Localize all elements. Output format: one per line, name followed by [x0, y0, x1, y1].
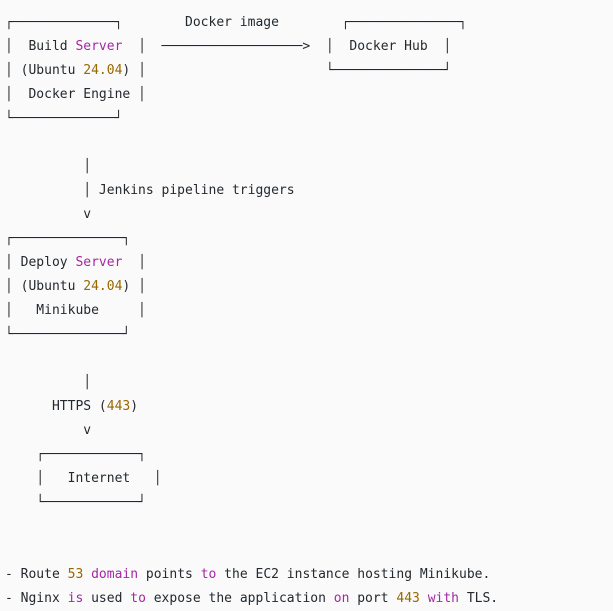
- code-line: ┌─────────────┐ Docker image ┌──────────…: [5, 11, 498, 35]
- code-line: │: [5, 371, 498, 395]
- code-line: └────────────┘: [5, 491, 498, 515]
- code-line: - Route 53 domain points to the EC2 inst…: [5, 563, 498, 587]
- text-token: │ (Ubuntu: [5, 279, 84, 294]
- code-line: v: [5, 203, 498, 227]
- code-line: └─────────────┘: [5, 107, 498, 131]
- keyword-token: Server: [75, 255, 123, 270]
- text-token: v: [5, 207, 92, 222]
- keyword-token: on: [333, 591, 350, 606]
- text-token: └─────────────┘: [5, 111, 123, 126]
- text-token: ┌────────────┐: [5, 447, 146, 462]
- text-token: │ Internet │: [5, 471, 162, 486]
- text-token: └──────────────┘: [5, 327, 131, 342]
- number-token: 53: [67, 567, 84, 582]
- keyword-token: Server: [75, 39, 123, 54]
- text-token: │ Docker Engine │: [5, 87, 146, 102]
- text-token: ): [130, 399, 139, 414]
- text-token: │: [5, 375, 92, 390]
- text-token: HTTPS (: [5, 399, 107, 414]
- text-token: ┌─────────────┐ Docker image ┌──────────…: [5, 15, 467, 30]
- text-token: port: [349, 591, 397, 606]
- code-line: │ Internet │: [5, 467, 498, 491]
- text-token: │ ──────────────────> │ Docker Hub │: [122, 39, 452, 54]
- text-token: │ Jenkins pipeline triggers: [5, 183, 295, 198]
- code-line: │ Docker Engine │: [5, 83, 498, 107]
- code-text[interactable]: ┌─────────────┐ Docker image ┌──────────…: [5, 11, 498, 611]
- keyword-token: with: [427, 591, 459, 606]
- code-line: v: [5, 419, 498, 443]
- code-line: - Nginx is used to expose the applicatio…: [5, 587, 498, 611]
- text-token: - Route: [5, 567, 68, 582]
- code-line: │ Deploy Server │: [5, 251, 498, 275]
- text-token: ┌──────────────┐: [5, 231, 131, 246]
- text-token: │: [5, 159, 92, 174]
- number-token: 443: [106, 399, 131, 414]
- text-token: └────────────┘: [5, 495, 146, 510]
- keyword-token: to: [130, 591, 146, 606]
- text-token: ) │: [122, 279, 146, 294]
- text-token: used: [83, 591, 131, 606]
- code-line: │ Minikube │: [5, 299, 498, 323]
- number-token: 24.04: [83, 279, 123, 294]
- code-line: │ (Ubuntu 24.04) │: [5, 275, 498, 299]
- code-block: ┌─────────────┐ Docker image ┌──────────…: [0, 0, 613, 606]
- text-token: │ Minikube │: [5, 303, 146, 318]
- text-token: the EC2 instance hosting Minikube.: [216, 567, 491, 582]
- number-token: 24.04: [83, 63, 123, 78]
- text-token: │ (Ubuntu: [5, 63, 84, 78]
- text-token: ) │ └──────────────┘: [122, 63, 452, 78]
- code-line: ┌──────────────┐: [5, 227, 498, 251]
- text-token: points: [138, 567, 201, 582]
- text-token: │: [122, 255, 146, 270]
- keyword-token: to: [200, 567, 217, 582]
- text-token: │ Deploy: [5, 255, 76, 270]
- code-line: │ (Ubuntu 24.04) │ └──────────────┘: [5, 59, 498, 83]
- code-line: │ Jenkins pipeline triggers: [5, 179, 498, 203]
- code-line: └──────────────┘: [5, 323, 498, 347]
- keyword-token: is: [67, 591, 84, 606]
- number-token: 443: [396, 591, 420, 606]
- code-line: HTTPS (443): [5, 395, 498, 419]
- code-line: │: [5, 155, 498, 179]
- text-token: - Nginx: [5, 591, 68, 606]
- text-token: │ Build: [5, 39, 76, 54]
- text-token: expose the application: [145, 591, 334, 606]
- code-line: │ Build Server │ ──────────────────> │ D…: [5, 35, 498, 59]
- text-token: v: [5, 423, 92, 438]
- text-token: TLS.: [459, 591, 499, 606]
- code-line: ┌────────────┐: [5, 443, 498, 467]
- keyword-token: domain: [91, 567, 139, 582]
